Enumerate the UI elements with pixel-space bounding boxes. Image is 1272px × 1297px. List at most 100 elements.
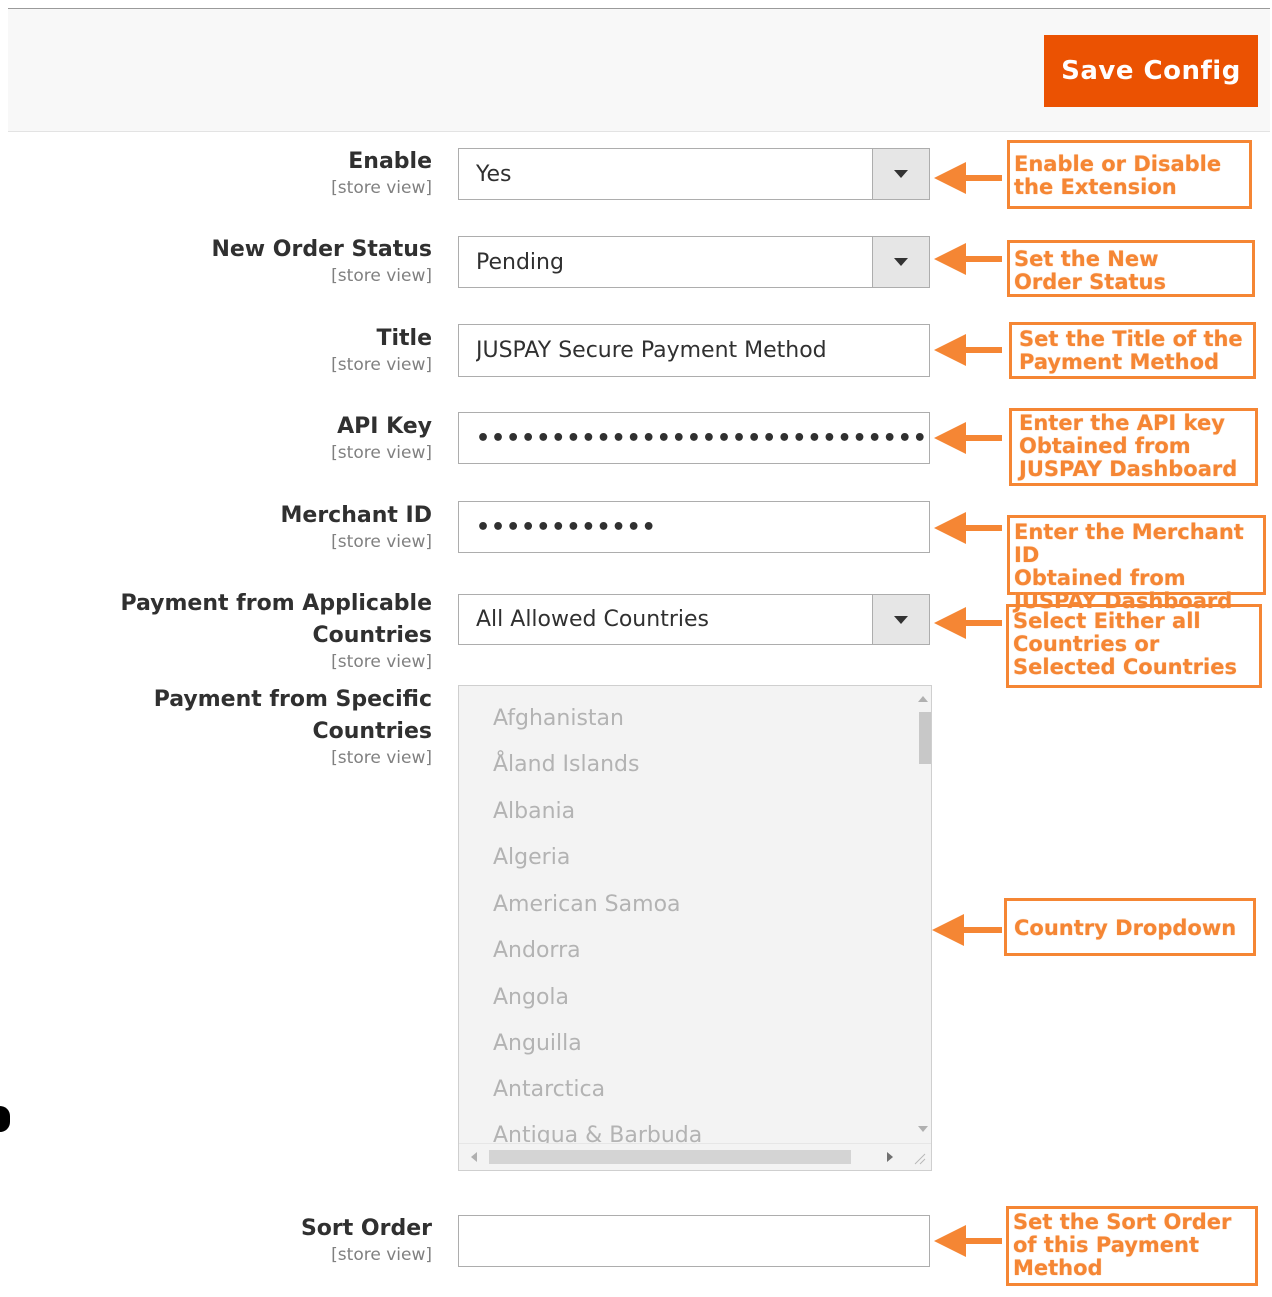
title-label: Title [store view] xyxy=(331,323,432,375)
enable-select[interactable]: Yes xyxy=(458,148,930,200)
resize-grip-icon[interactable] xyxy=(911,1150,927,1166)
callout-line: the Extension xyxy=(1014,175,1177,199)
callout-line: Enter the API key xyxy=(1019,411,1225,435)
enable-select-value: Yes xyxy=(476,161,512,187)
callout-line: Method xyxy=(1013,1256,1103,1280)
callout-line: Countries or xyxy=(1013,632,1160,656)
callout-api-key: Enter the API key Obtained from JUSPAY D… xyxy=(1009,408,1258,486)
merchant-id-label-text: Merchant ID xyxy=(280,503,433,528)
applicable-select-value: All Allowed Countries xyxy=(476,607,709,632)
order-status-label: New Order Status [store view] xyxy=(211,234,432,286)
enable-label: Enable [store view] xyxy=(331,146,432,198)
specific-scope: [store view] xyxy=(331,748,432,768)
callout-line: Selected Countries xyxy=(1013,655,1237,679)
order-status-label-text: New Order Status xyxy=(211,237,432,262)
country-option[interactable]: American Samoa xyxy=(493,892,681,917)
api-key-input[interactable]: •••••••••••••••••••••••••••••••• xyxy=(458,412,930,464)
scroll-down-icon[interactable] xyxy=(918,1126,928,1132)
applicable-select-toggle[interactable] xyxy=(872,595,929,644)
save-config-button[interactable]: Save Config xyxy=(1044,35,1258,107)
callout-line: Set the Sort Order xyxy=(1013,1210,1232,1234)
arrow-left-icon xyxy=(934,512,1002,544)
country-option[interactable]: Albania xyxy=(493,799,575,824)
callout-line: Set the New xyxy=(1014,247,1159,271)
order-status-select-toggle[interactable] xyxy=(872,237,929,287)
callout-line: Set the Title of the xyxy=(1019,327,1243,351)
callout-line: Order Status xyxy=(1014,270,1166,294)
specific-countries-multiselect[interactable]: Afghanistan Åland Islands Albania Algeri… xyxy=(458,685,932,1171)
horizontal-scroll-thumb[interactable] xyxy=(489,1150,851,1164)
vertical-scroll-thumb[interactable] xyxy=(919,712,931,764)
order-status-select[interactable]: Pending xyxy=(458,236,930,288)
triangle-down-icon xyxy=(894,258,908,266)
callout-line: Enter the Merchant ID xyxy=(1014,520,1244,567)
specific-label-line1: Payment from Specific xyxy=(153,687,432,712)
applicable-label-line2: Countries xyxy=(312,623,432,648)
specific-label-line2: Countries xyxy=(312,719,432,744)
callout-order-status: Set the New Order Status xyxy=(1007,240,1255,297)
api-key-scope: [store view] xyxy=(331,443,432,463)
callout-line: Select Either all xyxy=(1013,609,1201,633)
country-option[interactable]: Andorra xyxy=(493,938,581,963)
enable-select-toggle[interactable] xyxy=(872,149,929,199)
applicable-label-line1: Payment from Applicable xyxy=(120,591,432,616)
title-scope: [store view] xyxy=(331,355,432,375)
title-input-value: JUSPAY Secure Payment Method xyxy=(476,338,827,363)
country-option[interactable]: Åland Islands xyxy=(493,752,639,777)
arrow-left-icon xyxy=(934,162,1002,194)
title-label-text: Title xyxy=(376,326,432,351)
callout-specific: Country Dropdown xyxy=(1004,898,1256,956)
country-option[interactable]: Antarctica xyxy=(493,1077,605,1102)
applicable-countries-select[interactable]: All Allowed Countries xyxy=(458,594,930,645)
sort-order-scope: [store view] xyxy=(331,1245,432,1265)
scroll-up-icon[interactable] xyxy=(918,696,928,702)
callout-line: Obtained from xyxy=(1019,434,1191,458)
arrow-left-icon xyxy=(934,243,1002,275)
callout-line: Country Dropdown xyxy=(1014,916,1237,940)
triangle-down-icon xyxy=(894,170,908,178)
callout-sort-order: Set the Sort Order of this Payment Metho… xyxy=(1006,1206,1258,1286)
merchant-id-scope: [store view] xyxy=(331,532,432,552)
arrow-left-icon xyxy=(934,334,1002,366)
scroll-right-icon[interactable] xyxy=(887,1152,893,1162)
order-status-select-value: Pending xyxy=(476,249,564,275)
triangle-down-icon xyxy=(894,615,908,624)
enable-scope: [store view] xyxy=(331,178,432,198)
callout-line: Obtained from xyxy=(1014,566,1186,590)
callout-line: Enable or Disable xyxy=(1014,152,1222,176)
sort-order-label: Sort Order [store view] xyxy=(301,1213,432,1265)
api-key-input-value: •••••••••••••••••••••••••••••••• xyxy=(476,425,929,451)
callout-merchant-id: Enter the Merchant ID Obtained from JUSP… xyxy=(1007,515,1266,613)
api-key-label: API Key [store view] xyxy=(331,411,432,463)
arrow-left-icon xyxy=(934,422,1002,454)
title-input[interactable]: JUSPAY Secure Payment Method xyxy=(458,324,930,377)
arrow-left-icon xyxy=(934,607,1002,639)
callout-enable: Enable or Disable the Extension xyxy=(1007,140,1252,209)
country-option[interactable]: Afghanistan xyxy=(493,706,624,731)
country-option[interactable]: Anguilla xyxy=(493,1031,582,1056)
merchant-id-input[interactable]: •••••••••••• xyxy=(458,501,930,553)
sort-order-input[interactable] xyxy=(458,1215,930,1267)
callout-line: JUSPAY Dashboard xyxy=(1019,457,1238,481)
callout-applicable: Select Either all Countries or Selected … xyxy=(1006,604,1262,688)
arrow-left-icon xyxy=(932,914,1002,946)
enable-label-text: Enable xyxy=(348,149,432,174)
callout-line: of this Payment xyxy=(1013,1233,1200,1257)
specific-countries-label: Payment from Specific Countries [store v… xyxy=(154,684,432,768)
vertical-scrollbar[interactable] xyxy=(901,686,931,1146)
country-option[interactable]: Algeria xyxy=(493,845,570,870)
arrow-left-icon xyxy=(934,1225,1002,1257)
merchant-id-input-value: •••••••••••• xyxy=(476,514,657,540)
country-option[interactable]: Angola xyxy=(493,985,569,1010)
scroll-left-icon[interactable] xyxy=(471,1152,477,1162)
merchant-id-label: Merchant ID [store view] xyxy=(281,500,433,552)
api-key-label-text: API Key xyxy=(337,414,432,439)
callout-title: Set the Title of the Payment Method xyxy=(1009,322,1256,379)
sort-order-label-text: Sort Order xyxy=(300,1216,432,1241)
callout-line: Payment Method xyxy=(1019,350,1220,374)
applicable-scope: [store view] xyxy=(331,652,432,672)
applicable-countries-label: Payment from Applicable Countries [store… xyxy=(120,588,432,672)
edge-handle xyxy=(0,1106,10,1132)
horizontal-scrollbar[interactable] xyxy=(459,1143,931,1170)
order-status-scope: [store view] xyxy=(331,266,432,286)
